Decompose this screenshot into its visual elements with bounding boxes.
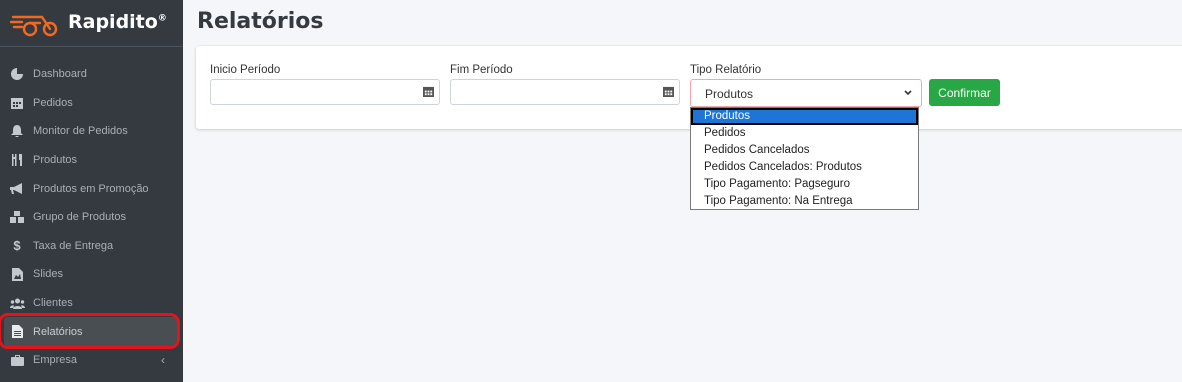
users-icon	[9, 296, 25, 310]
dropdown-option[interactable]: Tipo Pagamento: Na Entrega	[691, 193, 918, 210]
dropdown-option[interactable]: Pedidos Cancelados: Produtos	[691, 159, 918, 176]
brand[interactable]: Rapidito®	[0, 0, 183, 47]
page-title: Relatórios	[197, 9, 324, 34]
megaphone-icon	[9, 182, 25, 196]
start-period-label: Inicio Período	[210, 64, 281, 76]
sidebar-item-label: Monitor de Pedidos	[33, 125, 128, 138]
scooter-logo-icon	[10, 15, 58, 37]
bell-icon	[9, 124, 25, 138]
sidebar-item-slides[interactable]: Slides	[0, 260, 183, 289]
sidebar-item-label: Slides	[33, 268, 63, 281]
annotation-highlight	[0, 313, 180, 349]
sidebar-item-label: Empresa	[33, 354, 78, 367]
sidebar-item-label: Grupo de Produtos	[33, 211, 126, 224]
dropdown-option[interactable]: Pedidos Cancelados	[691, 142, 918, 159]
utensils-icon	[9, 153, 25, 167]
report-type-select[interactable]: Produtos	[690, 79, 922, 107]
sidebar-item-label: Produtos	[33, 154, 78, 167]
calendar-icon[interactable]	[663, 86, 674, 97]
report-type-value: Produtos	[705, 87, 754, 101]
sidebar-item-grupo-produtos[interactable]: Grupo de Produtos	[0, 203, 183, 232]
sidebar-item-label: Taxa de Entrega	[33, 239, 114, 252]
sidebar-item-dashboard[interactable]: Dashboard	[0, 60, 183, 89]
dollar-icon: $	[13, 238, 21, 254]
sidebar-item-label: Dashboard	[33, 68, 87, 81]
dropdown-option[interactable]: Pedidos	[691, 125, 918, 142]
start-period-input[interactable]	[210, 79, 440, 105]
report-filter-card: Inicio Período Fim Período Tipo Relatóri…	[196, 46, 1182, 129]
sidebar-item-produtos[interactable]: Produtos	[0, 146, 183, 175]
report-type-dropdown: Produtos Pedidos Pedidos Cancelados Pedi…	[690, 107, 919, 210]
dropdown-option[interactable]: Tipo Pagamento: Pagseguro	[691, 176, 918, 193]
dropdown-option[interactable]: Produtos	[691, 108, 918, 125]
briefcase-icon	[9, 353, 25, 367]
sidebar-item-taxa-entrega[interactable]: $ Taxa de Entrega	[0, 232, 183, 261]
brand-name: Rapidito®	[68, 11, 167, 33]
sidebar-item-pedidos[interactable]: Pedidos	[0, 89, 183, 118]
chevron-left-icon[interactable]: ‹	[161, 353, 165, 367]
calendar-icon	[9, 96, 25, 110]
chevron-down-icon	[904, 90, 912, 96]
sidebar-item-monitor[interactable]: Monitor de Pedidos	[0, 117, 183, 146]
sidebar-item-promocao[interactable]: Produtos em Promoção	[0, 174, 183, 203]
end-period-input[interactable]	[450, 79, 680, 105]
sidebar-item-label: Clientes	[33, 297, 73, 310]
report-type-label: Tipo Relatório	[690, 64, 762, 76]
calendar-icon[interactable]	[423, 86, 434, 97]
pie-chart-icon	[9, 67, 25, 81]
sidebar-item-empresa[interactable]: Empresa ‹	[0, 346, 183, 375]
confirm-button[interactable]: Confirmar	[929, 79, 1000, 106]
end-period-label: Fim Período	[450, 64, 513, 76]
sidebar-item-label: Pedidos	[33, 96, 73, 109]
cubes-icon	[9, 210, 25, 224]
sidebar-item-label: Produtos em Promoção	[33, 182, 149, 195]
image-file-icon	[9, 267, 25, 281]
